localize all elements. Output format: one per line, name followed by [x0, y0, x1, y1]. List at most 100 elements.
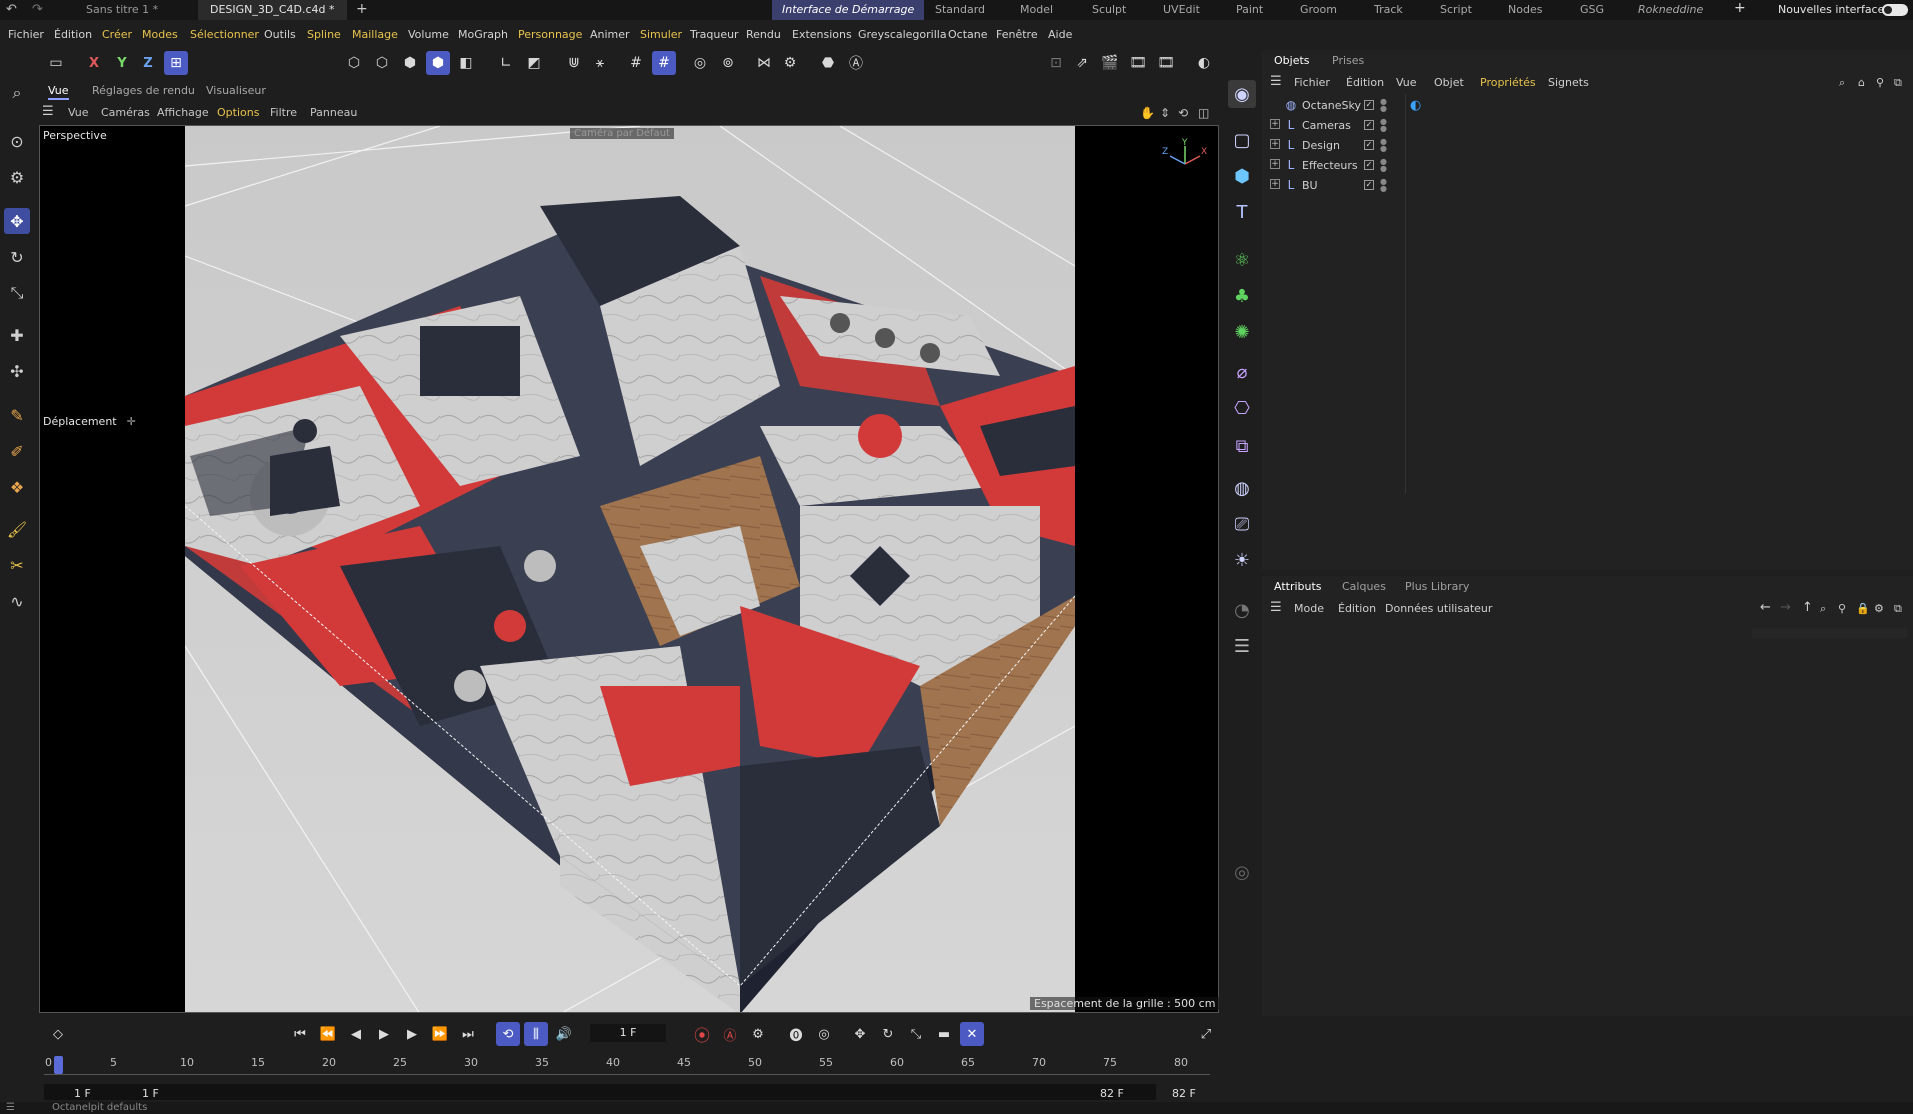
objects-filter-icon[interactable]: ⚲	[1876, 76, 1884, 89]
layout-tab-gsg[interactable]: GSG	[1580, 0, 1604, 20]
points-mode-icon[interactable]: ⬡	[342, 51, 366, 75]
expand-icon[interactable]: +	[1270, 139, 1280, 149]
octane-icon[interactable]: ⬣	[816, 51, 840, 75]
effector-icon[interactable]: ✺	[1228, 318, 1256, 346]
layout-tab-sculpt[interactable]: Sculpt	[1092, 0, 1126, 20]
undo-icon[interactable]: ↶	[6, 2, 17, 17]
attributes-menu-donnees[interactable]: Données utilisateur	[1385, 602, 1492, 615]
layout-tab-nodes[interactable]: Nodes	[1508, 0, 1542, 20]
menu-selectionner[interactable]: Sélectionner	[190, 28, 259, 41]
scale-key-icon[interactable]: ⤡	[904, 1022, 928, 1046]
current-frame-field[interactable]: 1 F	[590, 1024, 666, 1042]
auto-key-icon[interactable]: Ⓐ	[718, 1022, 742, 1046]
menu-fichier[interactable]: Fichier	[8, 28, 44, 41]
search-icon[interactable]: ⌕	[4, 80, 30, 106]
solo-icon[interactable]: ◎	[688, 51, 712, 75]
up-arrow-icon[interactable]: ↑	[1802, 600, 1813, 615]
range-start-field[interactable]: 1 F	[74, 1087, 91, 1100]
object-enable-check[interactable]: ✓	[1364, 120, 1374, 130]
layout-tab-rokneddine[interactable]: Rokneddine	[1638, 0, 1703, 20]
move-tool-icon[interactable]: ✥	[4, 208, 30, 234]
previous-frame-icon[interactable]: ◀	[344, 1022, 368, 1046]
axis-mode-icon[interactable]: ∟	[494, 51, 518, 75]
tab-reglages-rendu[interactable]: Réglages de rendu	[92, 84, 195, 97]
menu-creer[interactable]: Créer	[102, 28, 132, 41]
world-coords-icon[interactable]: ⊞	[164, 51, 188, 75]
viewport-menu-vue[interactable]: Vue	[68, 106, 89, 119]
layout-tab-model[interactable]: Model	[1020, 0, 1053, 20]
render-queue-icon[interactable]: 🎞	[1126, 51, 1150, 75]
spline-sketch-icon[interactable]: ✐	[4, 438, 30, 464]
objects-menu-edition[interactable]: Édition	[1346, 76, 1384, 89]
tab-calques[interactable]: Calques	[1342, 580, 1386, 593]
rotation-key-icon[interactable]: ↻	[876, 1022, 900, 1046]
null-object-icon[interactable]: ◉	[1228, 80, 1256, 108]
menu-simuler[interactable]: Simuler	[640, 28, 682, 41]
tab-objets[interactable]: Objets	[1274, 54, 1310, 67]
brush-icon[interactable]: 🖌	[4, 516, 30, 542]
pan-view-icon[interactable]: ✋	[1140, 106, 1155, 120]
menu-modes[interactable]: Modes	[142, 28, 178, 41]
subdivision-icon[interactable]: ⧉	[1228, 432, 1256, 460]
menu-mograph[interactable]: MoGraph	[458, 28, 508, 41]
snap-icon[interactable]: ⋓	[562, 51, 586, 75]
menu-volume[interactable]: Volume	[408, 28, 449, 41]
next-key-icon[interactable]: ⏩	[428, 1022, 452, 1046]
expand-icon[interactable]: +	[1270, 159, 1280, 169]
objects-menu-signets[interactable]: Signets	[1548, 76, 1589, 89]
camera-icon[interactable]: ⎚	[1228, 510, 1256, 538]
hair-tool-icon[interactable]: ∿	[4, 588, 30, 614]
render-settings-icon[interactable]: 🎞	[1154, 51, 1178, 75]
orbit-view-icon[interactable]: ⟲	[1178, 106, 1188, 120]
placement-tool-icon[interactable]: ✚	[4, 322, 30, 348]
polygons-mode-icon[interactable]: ⬢	[398, 51, 422, 75]
render-picture-viewer-icon[interactable]: 🎬	[1098, 51, 1122, 75]
knife-icon[interactable]: ✂	[4, 552, 30, 578]
play-icon[interactable]: ▶	[372, 1022, 396, 1046]
status-menu-icon[interactable]: ☰	[6, 1102, 15, 1113]
object-visibility-dots[interactable]: ● ●	[1380, 138, 1387, 153]
expand-icon[interactable]: +	[1270, 179, 1280, 189]
layout-tab-groom[interactable]: Groom	[1300, 0, 1337, 20]
interface-toggle[interactable]	[1882, 4, 1908, 16]
render-region-icon[interactable]: ⊡	[1044, 51, 1068, 75]
axis-z-toggle[interactable]: Z	[136, 51, 160, 75]
redo-icon[interactable]: ↷	[32, 2, 43, 17]
time-warp-icon[interactable]: ◎	[812, 1022, 836, 1046]
model-mode-icon[interactable]: ⬢	[426, 51, 450, 75]
object-enable-check[interactable]: ✓	[1364, 140, 1374, 150]
objects-menu-hamburger-icon[interactable]: ☰	[1270, 74, 1282, 89]
previous-key-icon[interactable]: ⏪	[316, 1022, 340, 1046]
symmetry-icon[interactable]: ⋈	[752, 51, 776, 75]
new-tab-plus-icon[interactable]: +	[356, 1, 368, 17]
layout-tab-track[interactable]: Track	[1374, 0, 1403, 20]
add-layout-plus-icon[interactable]: +	[1734, 0, 1746, 16]
timeline-graph-icon[interactable]: ⤢	[1194, 1022, 1218, 1046]
transform-tool-icon[interactable]: ✣	[4, 358, 30, 384]
layout-tab-paint[interactable]: Paint	[1236, 0, 1263, 20]
menu-traqueur[interactable]: Traqueur	[690, 28, 739, 41]
motion-clip-icon[interactable]: ⓿	[784, 1022, 808, 1046]
key-settings-icon[interactable]: ⚙	[746, 1022, 770, 1046]
dolly-view-icon[interactable]: ⇕	[1160, 106, 1170, 120]
layout-tab-script[interactable]: Script	[1440, 0, 1472, 20]
compass-icon[interactable]: ◔	[1228, 596, 1256, 624]
go-to-end-icon[interactable]: ⏭	[456, 1022, 480, 1046]
next-frame-icon[interactable]: ▶	[400, 1022, 424, 1046]
menu-edition[interactable]: Édition	[54, 28, 92, 41]
strip-menu-icon[interactable]: ☰	[1228, 632, 1256, 660]
object-visibility-dots[interactable]: ● ●	[1380, 158, 1387, 173]
attributes-search-icon[interactable]: ⌕	[1820, 602, 1826, 616]
tab-visualiseur[interactable]: Visualiseur	[206, 84, 266, 97]
auto-icon[interactable]: Ⓐ	[844, 51, 868, 75]
tab-attributs[interactable]: Attributs	[1274, 580, 1322, 593]
pla-key-icon[interactable]: ✕	[960, 1022, 984, 1046]
grid-icon[interactable]: #	[624, 51, 648, 75]
symmetry-settings-icon[interactable]: ⚙	[778, 51, 802, 75]
expand-icon[interactable]: +	[1270, 119, 1280, 129]
object-visibility-dots[interactable]: ● ●	[1380, 98, 1387, 113]
tweak-tool-icon[interactable]: ⚙	[4, 164, 30, 190]
tab-prises[interactable]: Prises	[1332, 54, 1364, 67]
objects-new-window-icon[interactable]: ⧉	[1894, 76, 1902, 90]
attributes-menu-hamburger-icon[interactable]: ☰	[1270, 600, 1282, 615]
